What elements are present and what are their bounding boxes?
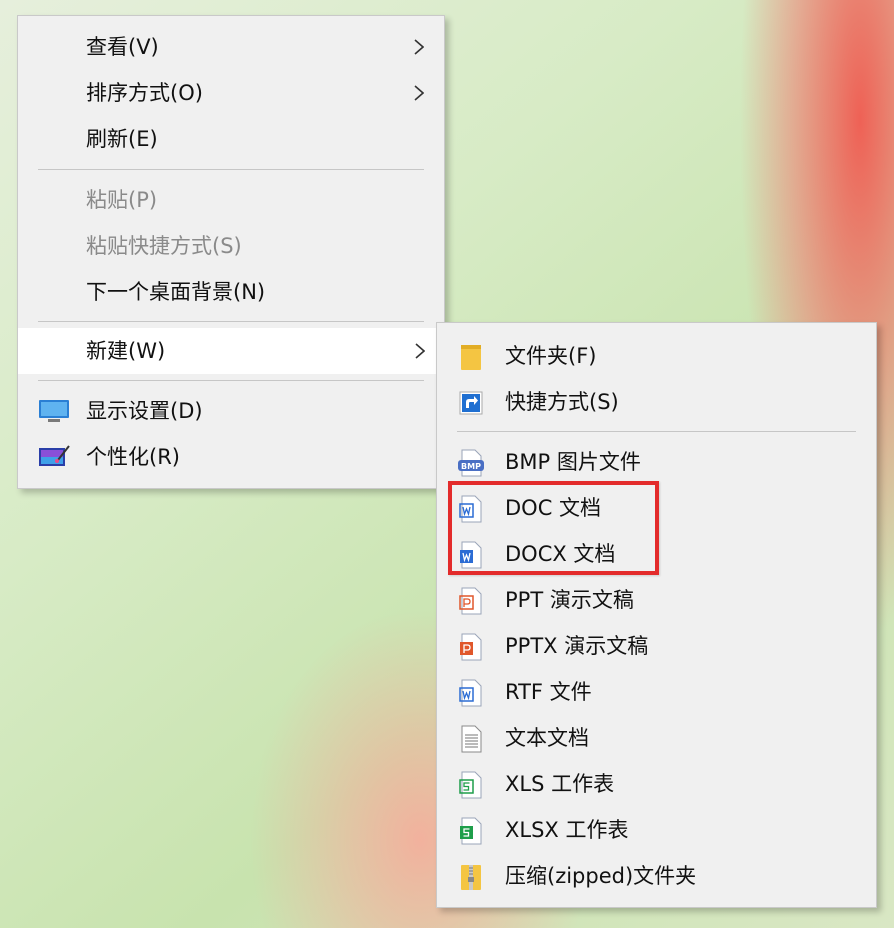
pptx-file-icon [457,632,485,662]
svg-text:BMP: BMP [461,462,481,471]
desktop-context-menu: 查看(V) 排序方式(O) 刷新(E) 粘贴(P) 粘贴快捷方式(S) 下一个桌… [17,15,445,489]
menu-item-label: PPTX 演示文稿 [505,634,649,658]
menu-separator [38,169,424,170]
menu-item-label: 粘贴(P) [86,188,158,212]
menu-item-label: 粘贴快捷方式(S) [86,234,242,258]
chevron-right-icon [414,70,424,101]
menu-item-label: 排序方式(O) [86,81,203,105]
submenu-item-xlsx[interactable]: XLSX 工作表 [437,807,876,853]
menu-item-label: 文本文档 [505,726,589,750]
rtf-file-icon [457,678,485,708]
submenu-item-folder[interactable]: 文件夹(F) [437,333,876,379]
ppt-file-icon [457,586,485,616]
chevron-right-icon [414,24,424,55]
submenu-item-rtf[interactable]: RTF 文件 [437,669,876,715]
personalize-icon [38,444,70,470]
menu-separator [457,431,856,432]
menu-item-view[interactable]: 查看(V) [18,24,444,70]
new-submenu: 文件夹(F) 快捷方式(S) BMP BMP 图片文件 DOC 文档 DOCX … [436,322,877,908]
submenu-item-xls[interactable]: XLS 工作表 [437,761,876,807]
submenu-item-zip-folder[interactable]: 压缩(zipped)文件夹 [437,853,876,899]
menu-item-paste-shortcut: 粘贴快捷方式(S) [18,223,444,269]
menu-item-sort-by[interactable]: 排序方式(O) [18,70,444,116]
submenu-item-text[interactable]: 文本文档 [437,715,876,761]
bmp-file-icon: BMP [457,448,485,478]
menu-item-label: 个性化(R) [86,445,180,469]
menu-item-label: PPT 演示文稿 [505,588,634,612]
chevron-right-icon [415,328,425,359]
folder-icon [457,342,485,372]
menu-item-label: 快捷方式(S) [505,390,619,414]
menu-item-label: 下一个桌面背景(N) [86,280,266,304]
menu-item-label: BMP 图片文件 [505,450,641,474]
highlight-annotation-box [448,481,659,575]
menu-item-label: XLS 工作表 [505,772,615,796]
menu-item-next-desktop-background[interactable]: 下一个桌面背景(N) [18,269,444,315]
text-file-icon [457,724,485,754]
menu-item-label: 文件夹(F) [505,344,597,368]
menu-item-refresh[interactable]: 刷新(E) [18,116,444,162]
menu-item-label: RTF 文件 [505,680,592,704]
menu-item-new[interactable]: 新建(W) [18,328,445,374]
submenu-item-pptx[interactable]: PPTX 演示文稿 [437,623,876,669]
menu-item-label: 显示设置(D) [86,399,203,423]
xlsx-file-icon [457,816,485,846]
zip-folder-icon [457,862,485,892]
xls-file-icon [457,770,485,800]
menu-separator [38,380,424,381]
menu-item-label: 查看(V) [86,35,159,59]
submenu-item-ppt[interactable]: PPT 演示文稿 [437,577,876,623]
menu-item-display-settings[interactable]: 显示设置(D) [18,388,444,434]
menu-item-label: 刷新(E) [86,127,158,151]
menu-separator [38,321,424,322]
submenu-item-shortcut[interactable]: 快捷方式(S) [437,379,876,425]
shortcut-icon [457,388,485,418]
menu-item-label: XLSX 工作表 [505,818,629,842]
display-settings-icon [38,398,70,424]
menu-item-label: 新建(W) [86,339,166,363]
menu-item-label: 压缩(zipped)文件夹 [505,864,697,888]
menu-item-personalize[interactable]: 个性化(R) [18,434,444,480]
submenu-item-bmp[interactable]: BMP BMP 图片文件 [437,439,876,485]
menu-item-paste: 粘贴(P) [18,177,444,223]
